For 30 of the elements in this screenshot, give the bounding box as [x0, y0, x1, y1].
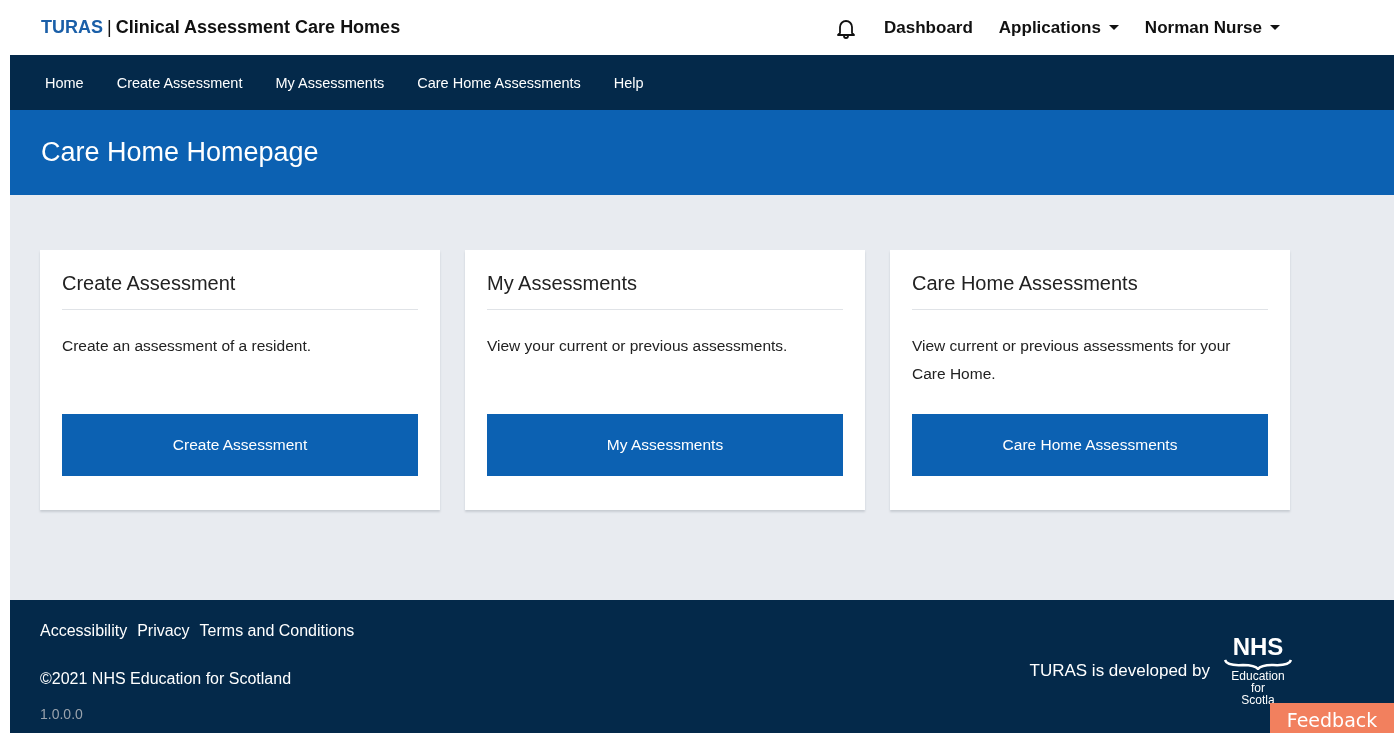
card-description: View current or previous assessments for your Care Home.	[912, 336, 1232, 384]
caret-icon	[1270, 25, 1280, 30]
card-button[interactable]: Create Assessment	[62, 414, 418, 476]
card-button[interactable]: Care Home Assessments	[912, 414, 1268, 476]
card-title: Care Home Assessments	[912, 272, 1268, 310]
brand-link[interactable]: TURAS	[41, 17, 103, 38]
card-title: My Assessments	[487, 272, 843, 310]
header-link[interactable]: Dashboard	[884, 17, 973, 38]
app-title: Clinical Assessment Care Homes	[115, 17, 401, 38]
card-button[interactable]: My Assessments	[487, 414, 843, 476]
separator: |	[107, 17, 112, 38]
card-description: View your current or previous assessments.	[487, 336, 789, 356]
nav-link[interactable]: Create Assessment	[116, 74, 243, 91]
footer-link[interactable]: Privacy	[137, 622, 190, 640]
nav-link[interactable]: Help	[613, 74, 644, 91]
card-title: Create Assessment	[62, 272, 418, 310]
page-title: Care Home Homepage	[41, 137, 319, 168]
copyright-text: ©2021 NHS Education for Scotland	[40, 670, 293, 688]
nav-link[interactable]: Care Home Assessments	[417, 74, 581, 91]
nav-link[interactable]: Home	[45, 74, 84, 91]
nhs-logo[interactable]: NHS Education for Scotla	[1222, 636, 1294, 706]
dropdown-menu[interactable]: Applications	[998, 17, 1119, 38]
footer-link[interactable]: Accessibility	[40, 622, 128, 640]
nav-link[interactable]: My Assessments	[275, 74, 385, 91]
card-description: Create an assessment of a resident.	[62, 336, 312, 356]
caret-icon	[1108, 25, 1119, 30]
dropdown-menu[interactable]: Norman Nurse	[1144, 17, 1280, 38]
footer-link[interactable]: Terms and Conditions	[199, 622, 355, 640]
developed-by-text: TURAS is developed by	[1029, 661, 1210, 681]
version-text: 1.0.0.0	[40, 706, 84, 722]
